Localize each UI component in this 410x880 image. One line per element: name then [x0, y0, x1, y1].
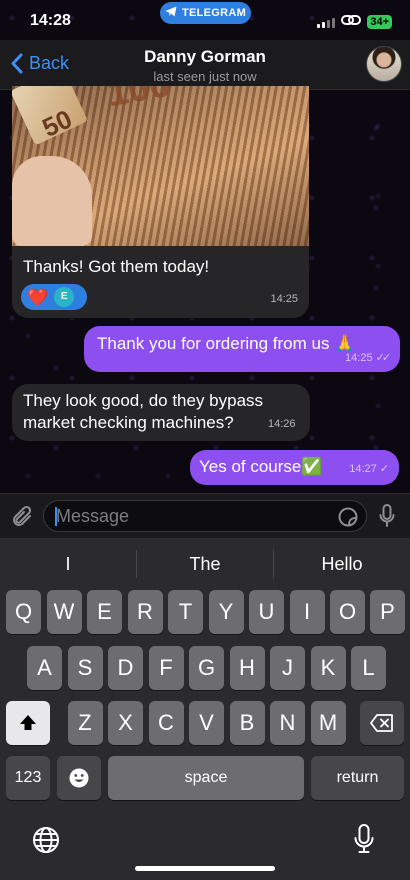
- key-row-4: 123 space return: [0, 756, 410, 800]
- hand-image: [12, 156, 92, 246]
- message-time: 14:27: [349, 463, 377, 475]
- numbers-key[interactable]: 123: [6, 756, 50, 800]
- key-t[interactable]: T: [168, 590, 203, 634]
- contact-avatar[interactable]: [366, 46, 402, 82]
- message-text: Thank you for ordering from us 🙏: [97, 334, 356, 353]
- message-time: 14:26: [268, 418, 296, 430]
- key-s[interactable]: S: [67, 646, 103, 690]
- message-outgoing[interactable]: Yes of course✅ 14:27 ✓: [190, 450, 399, 485]
- key-d[interactable]: D: [108, 646, 143, 690]
- message-meta: 14:25 ✓✓: [345, 347, 392, 369]
- key-u[interactable]: U: [249, 590, 284, 634]
- backspace-key[interactable]: [360, 701, 404, 745]
- backspace-icon: [370, 714, 393, 732]
- message-text-line: They look good, do they bypass: [23, 391, 264, 410]
- message-text: Yes of course: [199, 457, 302, 476]
- space-key[interactable]: space: [108, 756, 304, 800]
- status-bar: 14:28 TELEGRAM 34+: [0, 0, 410, 40]
- message-text: Thanks! Got them today!: [23, 257, 210, 276]
- key-j[interactable]: J: [270, 646, 305, 690]
- message-outgoing[interactable]: Thank you for ordering from us 🙏 14:25 ✓✓: [84, 326, 400, 372]
- telegram-icon: [165, 6, 177, 20]
- chat-title-block[interactable]: Danny Gorman last seen just now: [0, 47, 410, 84]
- emoji-icon: [69, 768, 89, 788]
- key-b[interactable]: B: [229, 701, 265, 745]
- telegram-pill-label: TELEGRAM: [181, 7, 247, 19]
- key-n[interactable]: N: [270, 701, 305, 745]
- link-icon: [341, 13, 362, 31]
- status-icons: 34+: [317, 13, 392, 31]
- message-photo[interactable]: 50 100 Thanks! Got them today! ❤️ E 14:2…: [12, 86, 309, 318]
- banknote-50: 50: [12, 86, 88, 146]
- key-o[interactable]: O: [330, 590, 365, 634]
- key-row-2: A S D F G H J K L: [0, 646, 410, 690]
- reaction-chip[interactable]: ❤️ E: [21, 284, 87, 310]
- key-q[interactable]: Q: [6, 590, 41, 634]
- key-f[interactable]: F: [148, 646, 184, 690]
- key-v[interactable]: V: [189, 701, 224, 745]
- key-z[interactable]: Z: [67, 701, 103, 745]
- dictation-mic-icon[interactable]: [354, 824, 374, 859]
- text-caret: [55, 507, 57, 526]
- return-key[interactable]: return: [311, 756, 404, 800]
- double-check-icon: ✓✓: [375, 352, 392, 364]
- message-incoming[interactable]: They look good, do they bypass market ch…: [12, 384, 310, 441]
- home-indicator: [135, 866, 275, 871]
- message-time: 14:25: [270, 293, 298, 305]
- message-time: 14:25: [345, 352, 373, 364]
- shift-key[interactable]: [6, 701, 50, 745]
- voice-message-icon[interactable]: [379, 504, 395, 533]
- sticker-icon[interactable]: [338, 507, 358, 532]
- key-c[interactable]: C: [148, 701, 184, 745]
- message-input[interactable]: [43, 500, 367, 532]
- key-h[interactable]: H: [229, 646, 265, 690]
- key-row-3: Z X C V B N M: [0, 701, 410, 745]
- key-p[interactable]: P: [370, 590, 405, 634]
- keyboard: I The Hello Q W E R T Y U I O P A S D F …: [0, 538, 410, 880]
- key-k[interactable]: K: [310, 646, 346, 690]
- status-time: 14:28: [30, 12, 71, 29]
- chat-subtitle: last seen just now: [153, 69, 257, 84]
- emoji-key[interactable]: [57, 756, 101, 800]
- reactor-avatar: E: [54, 287, 75, 307]
- key-y[interactable]: Y: [208, 590, 244, 634]
- shift-arrow-icon: [20, 715, 36, 730]
- suggestion-bar: I The Hello: [0, 550, 410, 578]
- key-row-1: Q W E R T Y U I O P: [0, 590, 410, 634]
- attachment-icon[interactable]: [12, 505, 34, 534]
- money-photo[interactable]: 50 100: [12, 86, 309, 246]
- key-m[interactable]: M: [310, 701, 346, 745]
- chat-title: Danny Gorman: [144, 47, 266, 66]
- key-g[interactable]: G: [189, 646, 224, 690]
- globe-icon[interactable]: [32, 826, 60, 859]
- composer-bar: [0, 493, 410, 538]
- battery-indicator: 34+: [367, 15, 392, 29]
- check-mark-emoji: ✅: [301, 457, 323, 476]
- key-r[interactable]: R: [127, 590, 163, 634]
- message-text-line: market checking machines?: [23, 413, 234, 432]
- key-e[interactable]: E: [87, 590, 122, 634]
- telegram-pill[interactable]: TELEGRAM: [160, 2, 251, 24]
- heart-reaction-icon: ❤️: [27, 287, 49, 307]
- check-icon: ✓: [379, 463, 389, 475]
- key-a[interactable]: A: [27, 646, 62, 690]
- chat-header: Back Danny Gorman last seen just now: [0, 40, 410, 90]
- signal-icon: [317, 17, 336, 28]
- suggestion-item[interactable]: I: [0, 550, 136, 578]
- suggestion-item[interactable]: The: [137, 550, 273, 578]
- key-x[interactable]: X: [108, 701, 143, 745]
- suggestion-item[interactable]: Hello: [274, 550, 410, 578]
- key-w[interactable]: W: [46, 590, 82, 634]
- banknote-100: 100: [103, 86, 174, 116]
- key-l[interactable]: L: [351, 646, 386, 690]
- message-meta: 14:27 ✓: [349, 458, 389, 480]
- key-i[interactable]: I: [289, 590, 325, 634]
